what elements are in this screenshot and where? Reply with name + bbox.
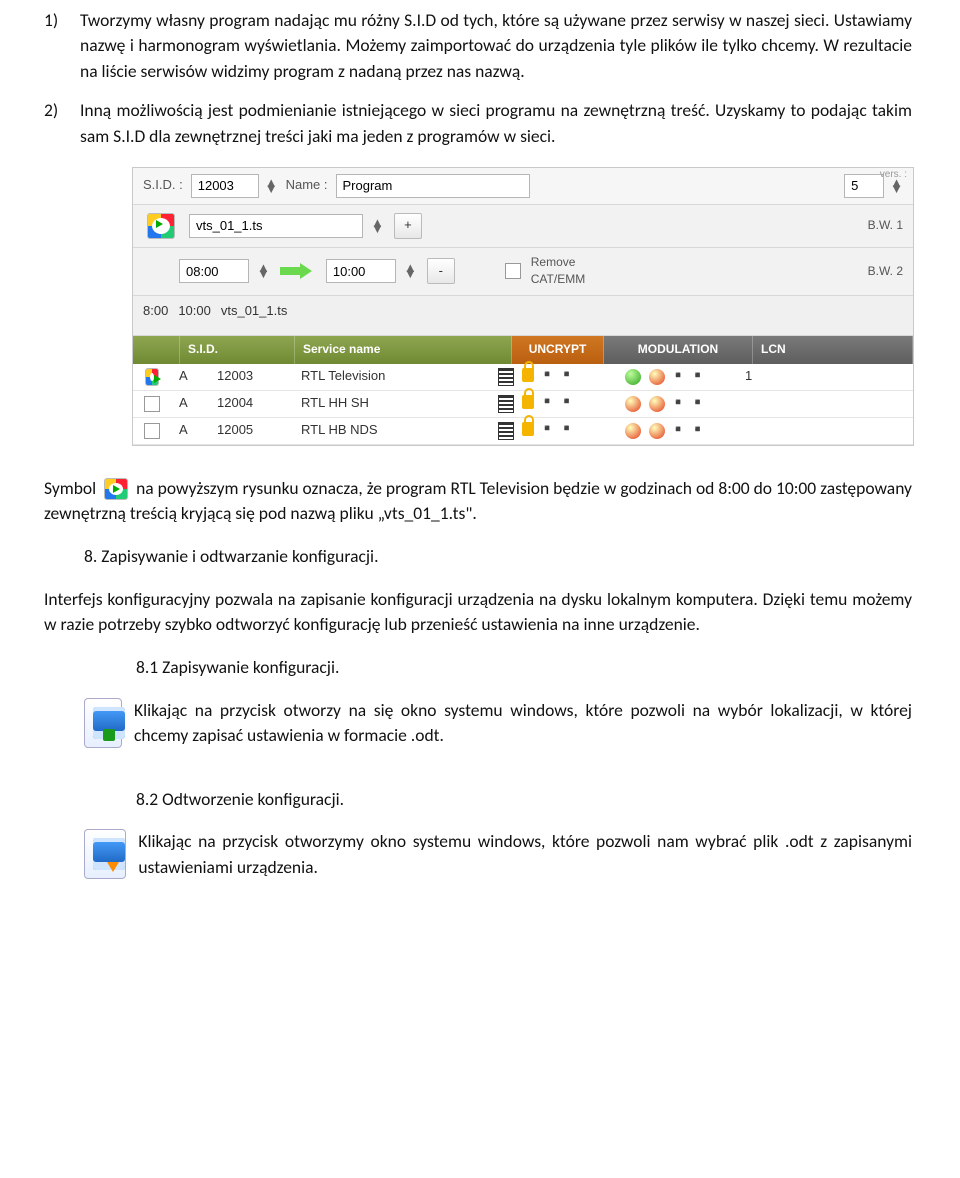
schedule-from: 8:00 [143, 302, 168, 321]
add-file-button[interactable]: + [394, 213, 422, 239]
cell-sid: 12004 [209, 394, 293, 413]
paragraph-8-1: Klikając na przycisk otworzy na się okno… [134, 698, 912, 749]
numbered-list: 1) Tworzymy własny program nadając mu ró… [44, 8, 912, 149]
status-dot-icon [625, 423, 641, 439]
dot-icon: ◾ [542, 368, 553, 386]
name-input[interactable] [336, 174, 530, 198]
th-uncrypt: UNCRYPT [512, 336, 604, 364]
cell-group: A [171, 394, 209, 413]
cell-sid: 12005 [209, 421, 293, 440]
remove-catemm-checkbox[interactable] [505, 263, 521, 279]
film-icon [498, 368, 514, 386]
remove-catemm-label: Remove CAT/EMM [531, 254, 611, 289]
table-row[interactable]: A12004RTL HH SH ◾ ◾ ◾ ◾ [133, 391, 913, 418]
cell-sid: 12003 [209, 367, 293, 386]
schedule-to: 10:00 [178, 302, 211, 321]
media-play-icon [147, 213, 175, 239]
version-input[interactable] [844, 174, 884, 198]
status-dot-icon [625, 396, 641, 412]
dot-icon: ◾ [561, 368, 572, 386]
sid-label: S.I.D. : [143, 176, 183, 195]
sid-spinner-icon[interactable]: ▲▼ [265, 180, 278, 192]
load-icon [84, 829, 126, 879]
film-icon [498, 395, 514, 413]
paragraph-8-2: Klikając na przycisk otworzymy okno syst… [138, 829, 912, 880]
arrow-right-icon [280, 263, 316, 279]
row-checkbox[interactable] [144, 423, 160, 439]
film-icon [498, 422, 514, 440]
version-label: vers. : [880, 168, 907, 183]
th-sid: S.I.D. [180, 336, 295, 364]
heading-8-2: 8.2 Odtworzenie konfiguracji. [136, 787, 912, 812]
cell-service-name: RTL Television [293, 367, 479, 386]
sid-input[interactable] [191, 174, 259, 198]
time-from-spinner-icon[interactable]: ▲▼ [257, 265, 270, 277]
dot-icon: ◾ [692, 423, 703, 439]
dot-icon: ◾ [692, 396, 703, 412]
lock-icon [522, 368, 534, 382]
dot-icon: ◾ [673, 423, 684, 439]
table-row[interactable]: A12005RTL HB NDS ◾ ◾ ◾ ◾ [133, 418, 913, 445]
list-marker-2: 2) [44, 98, 80, 149]
bw1-label: B.W. 1 [868, 217, 903, 234]
schedule-file: vts_01_1.ts [221, 302, 288, 321]
time-to-spinner-icon[interactable]: ▲▼ [404, 265, 417, 277]
dot-icon: ◾ [542, 395, 553, 413]
media-play-icon [145, 368, 159, 386]
status-dot-icon [649, 396, 665, 412]
row-checkbox[interactable] [144, 396, 160, 412]
list-body-2: Inną możliwością jest podmienianie istni… [80, 98, 912, 149]
paragraph-8: Interfejs konfiguracyjny pozwala na zapi… [44, 587, 912, 638]
cell-group: A [171, 421, 209, 440]
lock-icon [522, 395, 534, 409]
time-to-input[interactable] [326, 259, 396, 283]
list-marker-1: 1) [44, 8, 80, 84]
status-dot-icon [625, 369, 641, 385]
cell-service-name: RTL HH SH [293, 394, 479, 413]
cell-lcn: 1 [737, 367, 913, 386]
symbol-paragraph: Symbol na powyższym rysunku oznacza, że … [44, 476, 912, 527]
dot-icon: ◾ [673, 369, 684, 385]
time-from-input[interactable] [179, 259, 249, 283]
file-spinner-icon[interactable]: ▲▼ [371, 220, 384, 232]
status-dot-icon [649, 423, 665, 439]
table-row[interactable]: A12003RTL Television ◾ ◾ ◾ ◾ 1 [133, 364, 913, 391]
file-input[interactable] [189, 214, 363, 238]
cell-service-name: RTL HB NDS [293, 421, 479, 440]
dot-icon: ◾ [561, 395, 572, 413]
th-service-name: Service name [295, 336, 512, 364]
remove-time-button[interactable]: - [427, 258, 455, 284]
heading-8: 8. Zapisywanie i odtwarzanie konfiguracj… [84, 544, 912, 569]
list-body-1: Tworzymy własny program nadając mu różny… [80, 8, 912, 84]
th-lcn: LCN [753, 336, 913, 364]
media-play-icon [104, 478, 128, 500]
save-icon [84, 698, 122, 748]
cell-group: A [171, 367, 209, 386]
dot-icon: ◾ [542, 422, 553, 440]
lock-icon [522, 422, 534, 436]
dot-icon: ◾ [561, 422, 572, 440]
dot-icon: ◾ [692, 369, 703, 385]
program-editor-screenshot: vers. : S.I.D. : ▲▼ Name : ▲▼ ▲▼ + B.W. … [132, 167, 914, 446]
name-label: Name : [286, 176, 328, 195]
bw2-label: B.W. 2 [868, 263, 903, 280]
status-dot-icon [649, 369, 665, 385]
heading-8-1: 8.1 Zapisywanie konfiguracji. [136, 655, 912, 680]
dot-icon: ◾ [673, 396, 684, 412]
th-modulation: MODULATION [604, 336, 753, 364]
table-header: S.I.D. Service name UNCRYPT MODULATION L… [133, 336, 913, 364]
